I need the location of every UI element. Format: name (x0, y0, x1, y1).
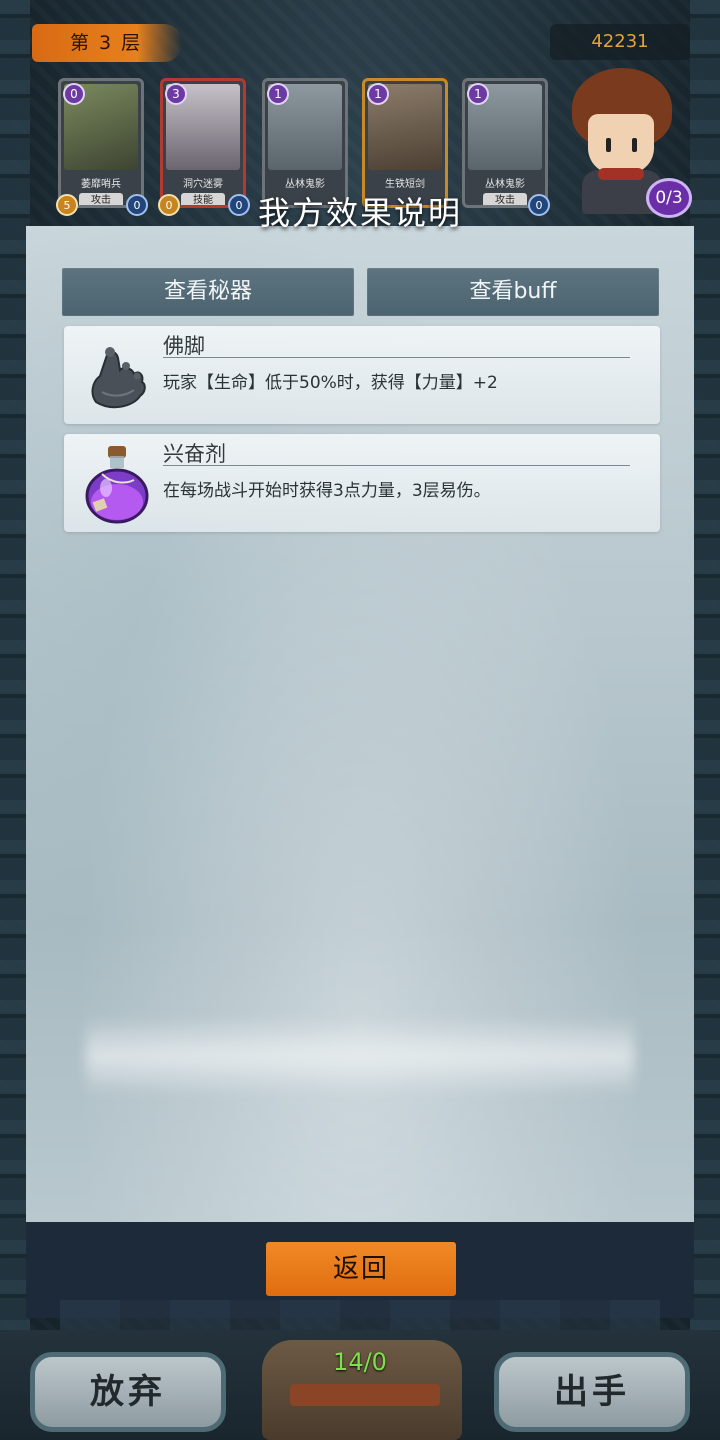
discard-button[interactable]: 放弃 (30, 1352, 226, 1432)
view-buff-button[interactable]: 查看buff (367, 268, 659, 316)
purple-potion-icon (85, 446, 149, 524)
top-bar: 第 3 层 42231 (0, 0, 720, 70)
effect-name: 兴奋剂 (163, 442, 226, 466)
effect-description: 玩家【生命】低于50%时，获得【力量】+2 (163, 373, 498, 393)
divider (163, 465, 630, 466)
effect-description: 在每场战斗开始时获得3点力量，3层易伤。 (163, 481, 491, 501)
card-cost-badge: 1 (367, 83, 389, 105)
score-display: 42231 (550, 24, 690, 60)
effect-item[interactable]: 佛脚 玩家【生命】低于50%时，获得【力量】+2 (64, 326, 660, 424)
floor-label: 第 3 层 (32, 24, 182, 62)
stone-foot-icon (91, 347, 146, 409)
panel-title: 我方效果说明 (257, 194, 462, 232)
card-cost-badge: 1 (467, 83, 489, 105)
effect-name: 佛脚 (163, 334, 205, 358)
effect-item[interactable]: 兴奋剂 在每场战斗开始时获得3点力量，3层易伤。 (64, 434, 660, 532)
hand-card-strip (60, 1300, 660, 1330)
view-relics-button[interactable]: 查看秘器 (62, 268, 354, 316)
card-cost-badge: 3 (165, 83, 187, 105)
back-button[interactable]: 返回 (266, 1242, 456, 1296)
hero-eye (632, 138, 637, 152)
hero-eye (606, 138, 611, 152)
hero-face (588, 114, 654, 174)
card-cost-badge: 0 (63, 83, 85, 105)
deck-count: 14/0 (333, 1348, 387, 1376)
play-button[interactable]: 出手 (494, 1352, 690, 1432)
divider (163, 357, 630, 358)
hero-scarf (598, 168, 644, 180)
deck-strap (290, 1384, 440, 1406)
card-cost-badge: 1 (267, 83, 289, 105)
